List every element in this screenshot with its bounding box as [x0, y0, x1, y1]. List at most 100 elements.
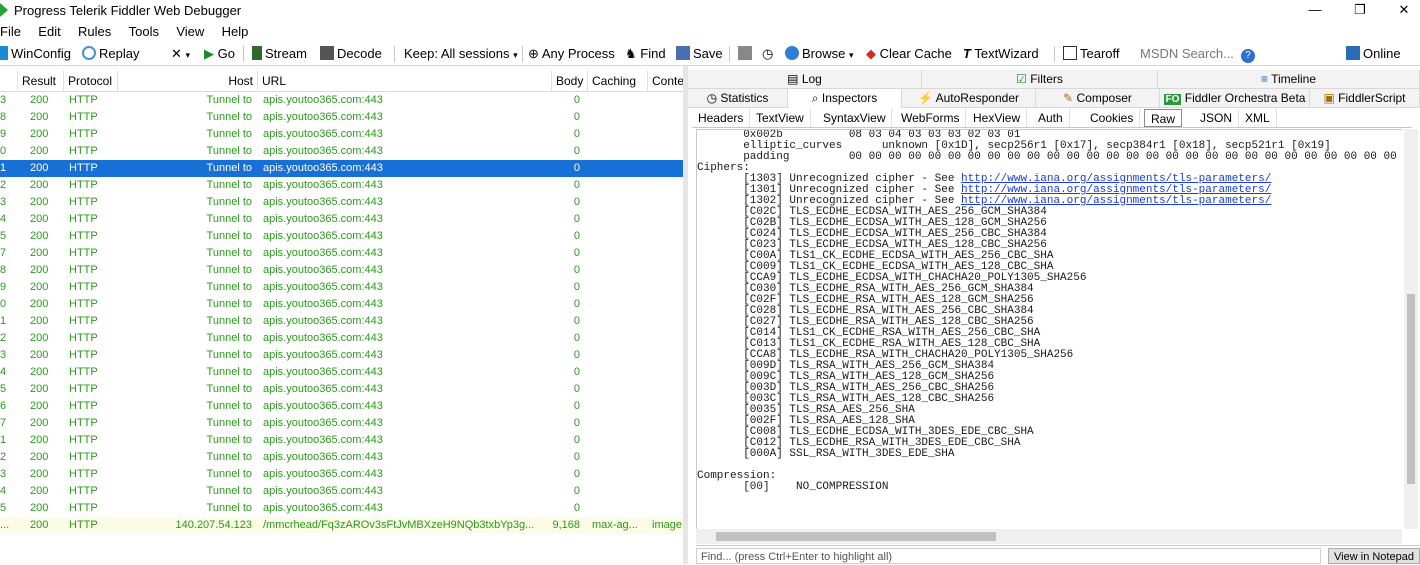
subtab-json[interactable]: JSON — [1194, 109, 1240, 127]
save-button[interactable]: Save — [676, 45, 723, 63]
table-row[interactable]: 5 200 HTTP Tunnel to apis.youtoo365.com:443 0 — [0, 228, 683, 245]
table-row[interactable]: 1 200 HTTP Tunnel to apis.youtoo365.com:443 0 — [0, 313, 683, 330]
row-result: 200 — [30, 281, 49, 293]
table-row[interactable]: 3 200 HTTP Tunnel to apis.youtoo365.com:443 0 — [0, 194, 683, 211]
raw-text-view[interactable]: 0x002b 08 03 04 03 03 03 02 03 01 ellipt… — [696, 129, 1402, 529]
row-result: 200 — [30, 485, 49, 497]
replay-button[interactable]: Replay — [82, 45, 139, 63]
tearoff-button[interactable]: Tearoff — [1063, 45, 1120, 63]
table-row[interactable]: 8 200 HTTP Tunnel to apis.youtoo365.com:443 0 — [0, 109, 683, 126]
table-row[interactable]: 0 200 HTTP Tunnel to apis.youtoo365.com:443 0 — [0, 296, 683, 313]
tab-filters[interactable]: ☑ Filters — [922, 70, 1158, 89]
table-row[interactable]: 9 200 HTTP Tunnel to apis.youtoo365.com:443 0 — [0, 126, 683, 143]
table-row[interactable]: 4 200 HTTP Tunnel to apis.youtoo365.com:443 0 — [0, 364, 683, 381]
subtab-textview[interactable]: TextView — [750, 109, 811, 127]
menu-file[interactable]: File — [0, 22, 21, 42]
close-button[interactable]: ✕ — [1394, 2, 1414, 18]
table-row[interactable]: 0 200 HTTP Tunnel to apis.youtoo365.com:443 0 — [0, 143, 683, 160]
col-result[interactable]: Result — [18, 70, 64, 92]
row-id: 3 — [0, 196, 7, 208]
table-row[interactable]: 4 200 HTTP Tunnel to apis.youtoo365.com:443 0 — [0, 483, 683, 500]
script-icon: ▣ — [1323, 91, 1335, 105]
menu-help[interactable]: Help — [222, 22, 249, 42]
help-icon[interactable]: ? — [1241, 45, 1255, 63]
col-host[interactable]: Host — [118, 70, 258, 92]
subtab-auth[interactable]: Auth — [1032, 109, 1070, 127]
go-button[interactable]: ▶ Go — [204, 45, 235, 63]
table-row[interactable]: 1 200 HTTP Tunnel to apis.youtoo365.com:443 0 — [0, 432, 683, 449]
tab-statistics[interactable]: ◷ Statistics — [688, 89, 788, 108]
table-row[interactable]: 7 200 HTTP Tunnel to apis.youtoo365.com:443 0 — [0, 245, 683, 262]
table-row[interactable]: 2 200 HTTP Tunnel to apis.youtoo365.com:443 0 — [0, 449, 683, 466]
col-caching[interactable]: Caching — [588, 70, 648, 92]
table-row[interactable]: 8 200 HTTP Tunnel to apis.youtoo365.com:443 0 — [0, 262, 683, 279]
timer-button[interactable]: ◷ — [762, 45, 773, 63]
subtab-xml[interactable]: XML — [1239, 109, 1277, 127]
col-protocol[interactable]: Protocol — [64, 70, 118, 92]
screenshot-button[interactable] — [738, 45, 755, 63]
col-id[interactable] — [0, 70, 18, 92]
table-row[interactable]: 3 200 HTTP Tunnel to apis.youtoo365.com:443 0 — [0, 92, 683, 109]
table-row[interactable]: 4 200 HTTP Tunnel to apis.youtoo365.com:443 0 — [0, 211, 683, 228]
find-input[interactable]: Find... (press Ctrl+Enter to highlight a… — [696, 548, 1321, 564]
row-url: apis.youtoo365.com:443 — [263, 162, 383, 174]
tab-fiddlerscript[interactable]: ▣ FiddlerScript — [1310, 89, 1420, 108]
col-body[interactable]: Body — [552, 70, 588, 92]
row-result: 200 — [30, 111, 49, 123]
msdn-search-input[interactable]: MSDN Search... — [1140, 45, 1234, 63]
scroll-thumb[interactable] — [716, 532, 996, 541]
horizontal-scrollbar[interactable] — [696, 529, 1402, 544]
row-protocol: HTTP — [69, 111, 98, 123]
tab-inspectors[interactable]: ⌕ Inspectors — [788, 89, 902, 108]
col-url[interactable]: URL — [258, 70, 552, 92]
row-result: 200 — [30, 434, 49, 446]
menu-tools[interactable]: Tools — [129, 22, 159, 42]
find-button[interactable]: ♞ Find — [625, 45, 666, 63]
table-row[interactable]: 7 200 HTTP Tunnel to apis.youtoo365.com:443 0 — [0, 415, 683, 432]
browse-button[interactable]: Browse ▾ — [785, 45, 854, 63]
restore-button[interactable]: ❐ — [1350, 2, 1370, 18]
view-in-notepad-button[interactable]: View in Notepad — [1328, 548, 1420, 564]
textwizard-button[interactable]: T TextWizard — [963, 45, 1039, 63]
row-body: 0 — [573, 298, 580, 310]
col-content-type[interactable]: Conte — [648, 70, 683, 92]
subtab-headers[interactable]: Headers — [692, 109, 751, 127]
chevron-down-icon: ▾ — [848, 50, 854, 60]
table-row[interactable]: 2 200 HTTP Tunnel to apis.youtoo365.com:443 0 — [0, 330, 683, 347]
keep-sessions-dropdown[interactable]: Keep: All sessions ▾ — [404, 45, 518, 63]
winconfig-button[interactable]: WinConfig — [0, 45, 71, 63]
menu-rules[interactable]: Rules — [78, 22, 111, 42]
subtab-cookies[interactable]: Cookies — [1084, 109, 1141, 127]
tab-composer[interactable]: ✎ Composer — [1036, 89, 1160, 108]
tab-autoresponder[interactable]: ⚡ AutoResponder — [902, 89, 1036, 108]
stream-button[interactable]: Stream — [252, 45, 307, 63]
menu-view[interactable]: View — [176, 22, 204, 42]
subtab-raw[interactable]: Raw — [1144, 109, 1183, 127]
table-row[interactable]: 9 200 HTTP Tunnel to apis.youtoo365.com:443 0 — [0, 279, 683, 296]
table-row[interactable]: 3 200 HTTP Tunnel to apis.youtoo365.com:443 0 — [0, 466, 683, 483]
decode-button[interactable]: Decode — [320, 45, 382, 63]
any-process-button[interactable]: ⊕ Any Process — [528, 45, 615, 63]
table-row[interactable]: 3 200 HTTP Tunnel to apis.youtoo365.com:443 0 — [0, 347, 683, 364]
scroll-thumb[interactable] — [1407, 294, 1415, 484]
remove-button[interactable]: ✕ ▾ — [171, 45, 190, 63]
online-button[interactable]: Online — [1346, 45, 1401, 63]
subtab-webforms[interactable]: WebForms — [895, 109, 967, 127]
tab-fiddler-orchestra[interactable]: FO Fiddler Orchestra Beta — [1160, 89, 1310, 108]
minimize-button[interactable]: — — [1305, 2, 1325, 18]
menu-edit[interactable]: Edit — [38, 22, 60, 42]
table-row[interactable]: ... 200 HTTP 140.207.54.123/mmcrhead/Fq3zAR… — [0, 517, 683, 534]
subtab-syntaxview[interactable]: SyntaxView — [817, 109, 893, 127]
table-row[interactable]: 1 200 HTTP Tunnel to apis.youtoo365.com:443 0 — [0, 160, 683, 177]
table-row[interactable]: 5 200 HTTP Tunnel to apis.youtoo365.com:443 0 — [0, 381, 683, 398]
row-id: 4 — [0, 366, 7, 378]
vertical-scrollbar[interactable] — [1404, 129, 1418, 529]
tab-timeline[interactable]: ≡ Timeline — [1158, 70, 1420, 89]
tearoff-icon — [1063, 46, 1077, 60]
table-row[interactable]: 5 200 HTTP Tunnel to apis.youtoo365.com:443 0 — [0, 500, 683, 517]
clear-cache-button[interactable]: ◆ Clear Cache — [866, 45, 952, 63]
table-row[interactable]: 2 200 HTTP Tunnel to apis.youtoo365.com:443 0 — [0, 177, 683, 194]
table-row[interactable]: 6 200 HTTP Tunnel to apis.youtoo365.com:443 0 — [0, 398, 683, 415]
subtab-hexview[interactable]: HexView — [967, 109, 1028, 127]
tab-log[interactable]: ▤ Log — [688, 70, 922, 89]
